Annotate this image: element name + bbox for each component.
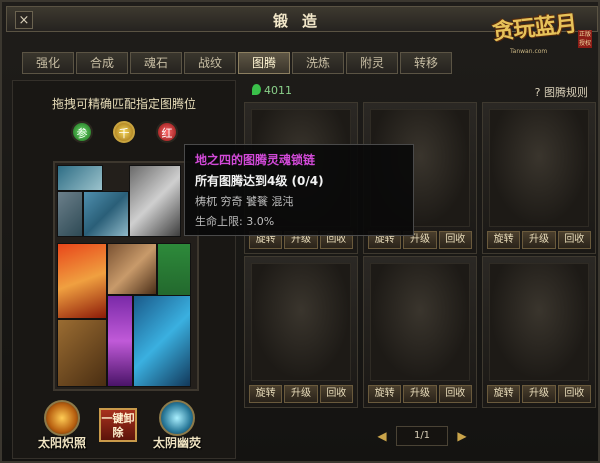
green-gem-icon[interactable]: 参 [71, 121, 93, 143]
recycle-button[interactable]: 回收 [438, 231, 472, 249]
sun-skill-label: 太阳炽照 [37, 436, 86, 450]
moon-orb-icon [159, 400, 195, 436]
recycle-button[interactable]: 回收 [557, 385, 591, 403]
rotate-button[interactable]: 旋转 [487, 231, 521, 249]
totem-slot[interactable]: 旋转 升级 回收 [363, 256, 477, 408]
red-gem-icon[interactable]: 红 [156, 121, 178, 143]
tab-enchant[interactable]: 附灵 [346, 52, 398, 74]
energy-value: 4011 [264, 84, 292, 97]
recycle-button[interactable]: 回收 [319, 385, 353, 403]
totem-slot-art [370, 263, 470, 381]
totem-slot-art [489, 109, 589, 227]
upgrade-button[interactable]: 升级 [522, 231, 556, 249]
tab-bar: 强化 合成 魂石 战纹 图腾 洗炼 附灵 转移 [22, 52, 452, 74]
tooltip-totem-names: 梼杌 穷奇 饕餮 混沌 [195, 195, 294, 208]
pagination: ◀ 1/1 ▶ [374, 426, 470, 446]
totem-piece[interactable] [133, 295, 191, 387]
forge-window: × 锻造 贪玩蓝月 正版授权 Tanwan.com 强化 合成 魂石 战纹 图腾… [0, 0, 600, 463]
logo-stamp: 正版授权 [578, 30, 592, 48]
tab-combine[interactable]: 合成 [76, 52, 128, 74]
logo-url: Tanwan.com [510, 48, 548, 55]
prev-page-icon[interactable]: ◀ [374, 428, 390, 444]
totem-piece[interactable] [83, 191, 129, 237]
totem-slot[interactable]: 旋转 升级 回收 [482, 102, 596, 254]
moon-skill-label: 太阴幽荧 [152, 436, 201, 450]
totem-piece[interactable] [107, 243, 157, 295]
rotate-button[interactable]: 旋转 [368, 385, 402, 403]
totem-piece[interactable] [57, 191, 83, 237]
totem-piece[interactable] [57, 319, 107, 387]
yellow-gem-icon[interactable]: 千 [113, 121, 135, 143]
leaf-icon [252, 84, 261, 95]
next-page-icon[interactable]: ▶ [454, 428, 470, 444]
totem-grid[interactable] [53, 161, 199, 391]
moon-skill-button[interactable]: 太阴幽荧 [152, 400, 202, 450]
tab-transfer[interactable]: 转移 [400, 52, 452, 74]
totem-piece[interactable] [107, 295, 133, 387]
totem-piece[interactable] [57, 243, 107, 319]
totem-slots-panel: 4011 ? 图腾规则 旋转 升级 回收 旋转 升级 回收 旋转 升级 回收 旋转 升级 回收 … [244, 80, 596, 459]
sun-skill-button[interactable]: 太阳炽照 [37, 400, 87, 450]
totem-piece[interactable] [129, 165, 181, 237]
sun-orb-icon [44, 400, 80, 436]
totem-slot[interactable]: 旋转 升级 回收 [482, 256, 596, 408]
totem-rules-link[interactable]: ? 图腾规则 [535, 84, 588, 100]
page-indicator: 1/1 [396, 426, 448, 446]
energy-counter: 4011 [252, 84, 292, 97]
tooltip-title: 地之四的图腾灵魂锁链 [195, 153, 316, 167]
game-logo: 贪玩蓝月 正版授权 Tanwan.com [491, 4, 592, 64]
upgrade-button[interactable]: 升级 [403, 385, 437, 403]
totem-tooltip: 地之四的图腾灵魂锁链 所有图腾达到4级 (0/4) 梼杌 穷奇 饕餮 混沌 生命… [184, 144, 414, 236]
tab-battle-pattern[interactable]: 战纹 [184, 52, 236, 74]
logo-text: 贪玩蓝月 [491, 10, 578, 46]
upgrade-button[interactable]: 升级 [522, 385, 556, 403]
totem-piece[interactable] [57, 165, 103, 191]
tab-totem[interactable]: 图腾 [238, 52, 290, 74]
recycle-button[interactable]: 回收 [557, 231, 591, 249]
totem-slot[interactable]: 旋转 升级 回收 [244, 256, 358, 408]
recycle-button[interactable]: 回收 [438, 385, 472, 403]
tab-strengthen[interactable]: 强化 [22, 52, 74, 74]
board-instruction: 拖拽可精确匹配指定图腾位 [51, 97, 196, 111]
remove-all-button[interactable]: 一键卸除 [99, 408, 137, 442]
rotate-button[interactable]: 旋转 [249, 385, 283, 403]
upgrade-button[interactable]: 升级 [284, 385, 318, 403]
tab-soulstone[interactable]: 魂石 [130, 52, 182, 74]
tooltip-bonus: 生命上限: 3.0% [195, 215, 275, 228]
totem-slot-art [489, 263, 589, 381]
rotate-button[interactable]: 旋转 [487, 385, 521, 403]
totem-slot-art [251, 263, 351, 381]
tooltip-requirement: 所有图腾达到4级 (0/4) [195, 174, 324, 188]
tab-refine[interactable]: 洗炼 [292, 52, 344, 74]
